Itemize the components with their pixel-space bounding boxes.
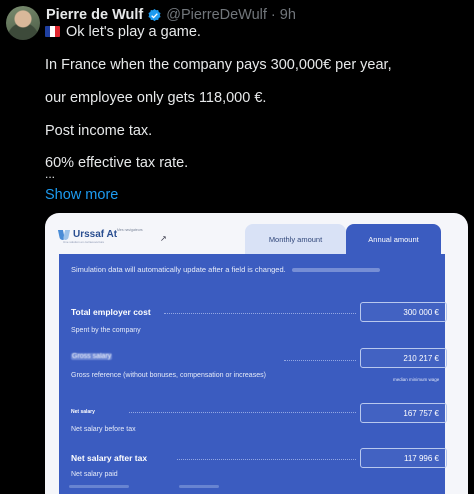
tweet-header: Pierre de Wulf @PierreDeWulf · 9h (46, 6, 296, 24)
update-notice: Simulation data will automatically updat… (71, 265, 380, 274)
dotted-leader (177, 459, 356, 460)
timestamp[interactable]: 9h (280, 7, 296, 23)
tweet-line-5: 60% effective tax rate. (45, 155, 189, 171)
show-more-link[interactable]: Show more (45, 187, 118, 203)
net-salary-after-tax-field[interactable]: 117 996 € (360, 448, 447, 468)
author-name[interactable]: Pierre de Wulf (46, 7, 143, 23)
median-wage-note: median minimum wage (393, 377, 440, 382)
simulation-panel: Simulation data will automatically updat… (59, 254, 447, 494)
blurred-text (291, 268, 380, 273)
france-flag-icon (45, 26, 60, 37)
net-salary-description: Net salary before tax (71, 426, 136, 433)
logo-subtitle: Une solution en carréouverture (63, 240, 105, 244)
total-employer-cost-field[interactable]: 300 000 € (360, 302, 447, 322)
tweet-line-4: Post income tax. (45, 123, 153, 139)
gross-salary-description: Gross reference (without bonuses, compen… (71, 372, 266, 379)
author-handle[interactable]: @PierreDeWulf (166, 7, 267, 23)
tweet-line-2: In France when the company pays 300,000€… (45, 57, 392, 73)
total-employer-cost-label: Total employer cost (71, 307, 151, 317)
total-employer-cost-description: Spent by the company (71, 327, 141, 334)
blurred-text (69, 485, 129, 488)
tab-monthly-amount[interactable]: Monthly amount (245, 224, 346, 254)
header-note: Mes navigateurs (117, 228, 143, 232)
net-salary-label: Net salary (71, 409, 95, 415)
avatar[interactable] (6, 6, 40, 40)
dotted-leader (164, 313, 356, 314)
tab-annual-amount[interactable]: Annual amount (346, 224, 441, 254)
tweet-media-image[interactable]: Urssaf At Une solution en carréouverture… (45, 213, 468, 494)
tweet-line-1: Ok let's play a game. (45, 24, 201, 40)
tweet-line-3: our employee only gets 118,000 €. (45, 90, 267, 106)
verified-badge-icon (148, 8, 161, 21)
gross-salary-field[interactable]: 210 217 € (360, 348, 447, 368)
dotted-leader (284, 360, 356, 361)
urssaf-logo-icon (59, 230, 69, 240)
dotted-leader (129, 412, 356, 413)
urssaf-logo: Urssaf At (59, 229, 117, 240)
gross-salary-label: Gross salary (71, 353, 113, 360)
separator: · (270, 7, 276, 23)
net-salary-after-tax-description: Net salary paid (71, 471, 118, 478)
net-salary-after-tax-label: Net salary after tax (71, 453, 148, 463)
blurred-text (179, 485, 219, 488)
tweet-ellipsis: ... (45, 167, 56, 181)
external-link-arrow-icon: ↗ (160, 234, 167, 243)
net-salary-field[interactable]: 167 757 € (360, 403, 447, 423)
